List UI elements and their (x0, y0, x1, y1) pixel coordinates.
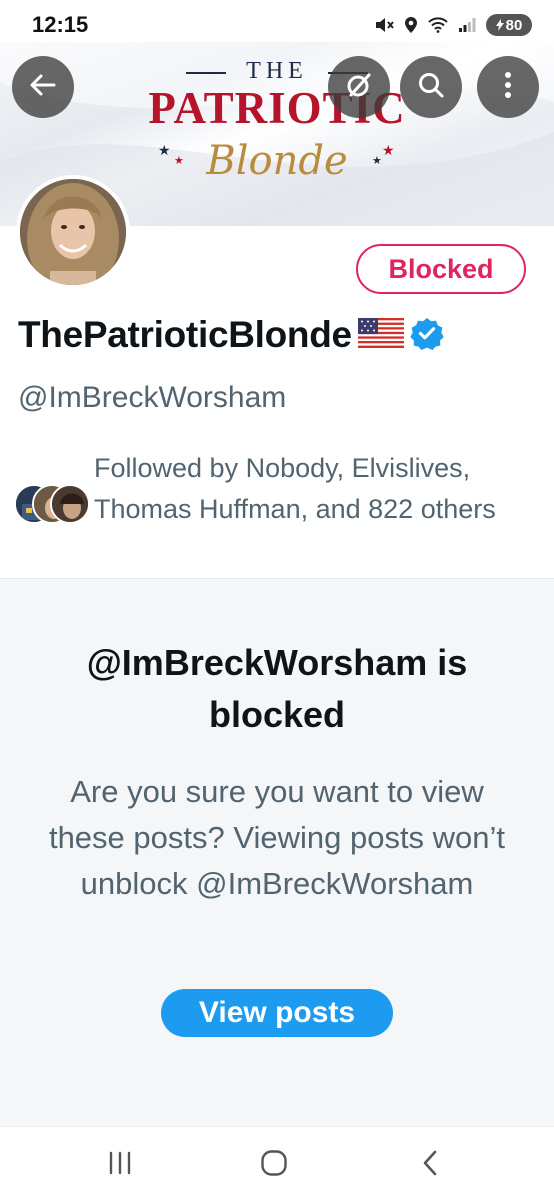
view-posts-button[interactable]: View posts (161, 989, 393, 1037)
blocked-notice: @ImBreckWorsham is blocked Are you sure … (0, 578, 554, 1126)
avatar[interactable] (16, 175, 130, 289)
status-time: 12:15 (32, 12, 89, 37)
blocked-title: @ImBreckWorsham is blocked (86, 642, 468, 735)
star-icon: ★ (174, 155, 184, 167)
profile-handle: @ImBreckWorsham (18, 381, 287, 414)
home-icon (260, 1149, 288, 1182)
blocked-description: Are you sure you want to view these post… (48, 774, 506, 901)
search-icon (417, 71, 445, 104)
status-icons: 80 (374, 14, 532, 36)
grok-icon (345, 71, 373, 104)
recent-apps-icon (107, 1151, 133, 1180)
system-back-button[interactable] (400, 1145, 460, 1185)
wifi-icon (428, 17, 448, 33)
battery-icon: 80 (486, 14, 532, 36)
follower-avatars (14, 484, 90, 524)
logo-patriotic: PATRIOTIC (148, 83, 406, 133)
location-icon (404, 16, 418, 34)
mute-icon (374, 16, 394, 34)
back-button[interactable] (12, 56, 74, 118)
recent-apps-button[interactable] (90, 1145, 150, 1185)
back-arrow-icon (30, 74, 56, 101)
avatar-image (20, 179, 126, 285)
more-vertical-icon (504, 71, 512, 104)
battery-level: 80 (505, 16, 523, 34)
star-icon: ★ (158, 142, 171, 158)
more-button[interactable] (477, 56, 539, 118)
search-button[interactable] (400, 56, 462, 118)
home-button[interactable] (244, 1145, 304, 1185)
display-name: ThePatrioticBlonde (18, 314, 352, 355)
signal-icon (458, 17, 476, 33)
us-flag-icon (357, 317, 404, 353)
follower-avatar (50, 484, 90, 524)
display-name-row: ThePatrioticBlonde (18, 314, 444, 356)
blocked-button[interactable]: Blocked (356, 244, 526, 294)
logo-the: THE (246, 58, 308, 84)
back-icon (421, 1149, 439, 1182)
star-icon: ★ (382, 142, 395, 158)
followed-by-text: Followed by Nobody, Elvislives, Thomas H… (94, 453, 496, 524)
followed-by[interactable]: Followed by Nobody, Elvislives, Thomas H… (14, 448, 544, 568)
grok-button[interactable] (328, 56, 390, 118)
system-nav-bar (0, 1126, 554, 1200)
verified-badge-icon[interactable] (410, 316, 444, 355)
status-bar: 12:15 80 (0, 0, 554, 42)
star-icon: ★ (372, 155, 382, 167)
